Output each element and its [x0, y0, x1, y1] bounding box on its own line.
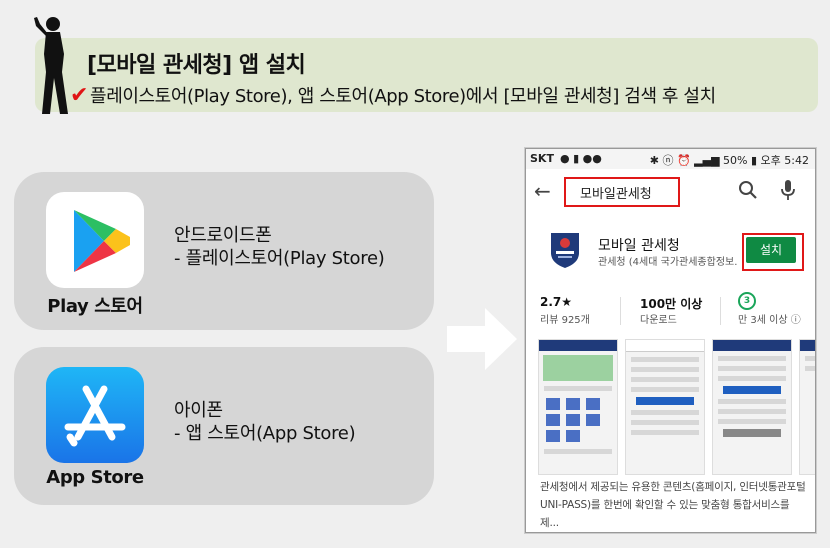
- android-card: Play 스토어 안드로이드폰 - 플레이스토어(Play Store): [14, 172, 434, 330]
- app-store-icon: [64, 385, 126, 447]
- right-arrow-icon: [447, 308, 517, 370]
- search-bar: ← 모바일관세청: [526, 169, 815, 213]
- iphone-card: App Store 아이폰 - 앱 스토어(App Store): [14, 347, 434, 505]
- rating-value: 2.7★: [540, 295, 573, 309]
- iphone-card-text: 아이폰 - 앱 스토어(App Store): [174, 399, 356, 445]
- android-line1: 안드로이드폰: [174, 225, 272, 246]
- status-right: ✱ ⓝ ⏰ ▂▄▆ 50% ▮ 오후 5:42: [649, 154, 809, 167]
- age-badge: 3: [738, 292, 756, 310]
- customs-app-icon[interactable]: [548, 231, 582, 269]
- notification-icons: ● ▮ ●●: [560, 152, 602, 165]
- iphone-line2: - 앱 스토어(App Store): [174, 423, 356, 444]
- play-store-icon: [74, 210, 130, 272]
- age-rating: 3: [738, 292, 756, 310]
- status-bar: SKT ● ▮ ●● ✱ ⓝ ⏰ ▂▄▆ 50% ▮ 오후 5:42: [526, 149, 815, 169]
- search-input[interactable]: 모바일관세청: [564, 177, 680, 207]
- banner-subtitle-text: 플레이스토어(Play Store), 앱 스토어(App Store)에서 […: [90, 86, 716, 107]
- phone-screenshot: SKT ● ▮ ●● ✱ ⓝ ⏰ ▂▄▆ 50% ▮ 오후 5:42 ← 모바일…: [525, 148, 816, 533]
- app-store-label: App Store: [46, 467, 144, 488]
- banner-title: [모바일 관세청] 앱 설치: [87, 53, 306, 78]
- stat-divider: [720, 297, 721, 325]
- app-developer: 관세청 (4세대 국가관세종합정보...: [598, 257, 738, 268]
- screenshot-thumb[interactable]: [712, 339, 792, 475]
- android-line2: - 플레이스토어(Play Store): [174, 248, 385, 269]
- clock-label: 오후 5:42: [760, 154, 809, 167]
- iphone-line1: 아이폰: [174, 400, 223, 421]
- play-store-label: Play 스토어: [47, 296, 143, 317]
- screenshot-thumb[interactable]: [538, 339, 618, 475]
- checkmark-icon: ✔: [70, 83, 89, 108]
- download-label: 다운로드: [640, 315, 677, 326]
- screenshot-thumb-partial[interactable]: [799, 339, 815, 475]
- app-description: 관세청에서 제공되는 유용한 콘텐츠(홈페이지, 인터넷통관포털 UNI-PAS…: [540, 481, 806, 529]
- play-store-tile[interactable]: [46, 192, 144, 288]
- battery-label: 50%: [723, 154, 748, 167]
- microphone-icon[interactable]: [778, 179, 798, 201]
- app-title[interactable]: 모바일 관세청: [598, 235, 680, 255]
- search-icon[interactable]: [738, 180, 758, 200]
- carrier-label: SKT: [530, 152, 554, 165]
- install-button[interactable]: 설치: [746, 237, 796, 263]
- review-count: 리뷰 925개: [540, 315, 590, 326]
- stat-divider: [620, 297, 621, 325]
- age-label: 만 3세 이상 ⓘ: [738, 315, 801, 326]
- download-count: 100만 이상: [640, 297, 703, 311]
- android-card-text: 안드로이드폰 - 플레이스토어(Play Store): [174, 224, 385, 270]
- screenshot-thumb[interactable]: [625, 339, 705, 475]
- search-query: 모바일관세청: [580, 187, 652, 202]
- app-store-tile[interactable]: [46, 367, 144, 463]
- banner-subtitle: ✔ 플레이스토어(Play Store), 앱 스토어(App Store)에서 …: [70, 82, 716, 108]
- back-arrow-icon[interactable]: ←: [534, 179, 551, 203]
